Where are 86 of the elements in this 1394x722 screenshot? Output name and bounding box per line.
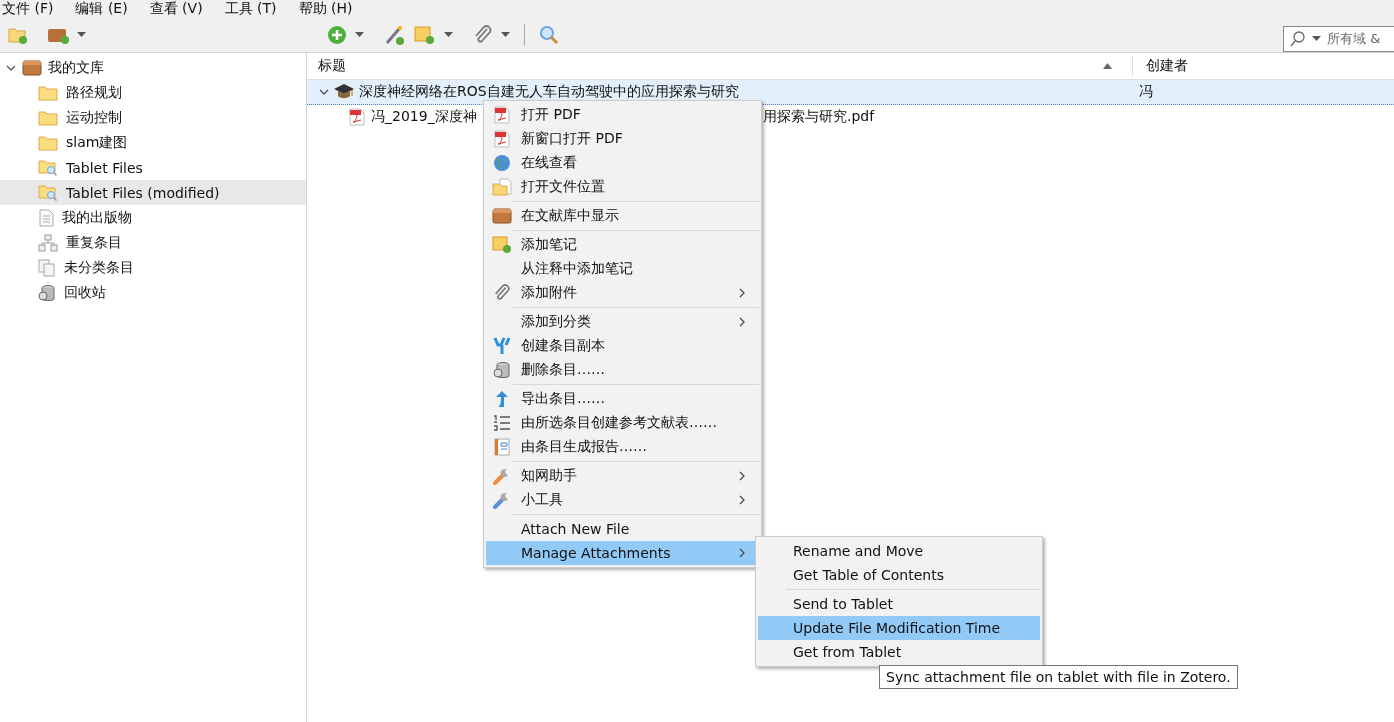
menu-item[interactable]: 由所选条目创建参考文献表…… [486,411,759,435]
chevron-icon[interactable] [319,87,329,97]
menu-item[interactable]: Update File Modification Time [758,616,1040,640]
search-box[interactable]: 所有域 & [1283,25,1394,52]
paperclip-icon [492,284,511,302]
menu-item[interactable]: 创建条目副本 [486,334,759,358]
saved-search-icon [38,184,58,201]
menu-item[interactable]: 新窗口打开 PDF [486,127,759,151]
search-icon [1290,30,1306,47]
menu-bar-item[interactable]: 工具 (T) [224,0,277,18]
menu-bar-item[interactable]: 帮助 (H) [298,0,353,18]
menu-item[interactable]: 小工具 [486,488,759,512]
tree-item[interactable]: 回收站 [0,280,306,305]
pdf-icon [493,106,510,124]
document-icon [38,208,54,227]
caret-icon[interactable] [77,32,86,38]
tree-item[interactable]: 运动控制 [0,105,306,130]
trash-icon [492,361,511,379]
table-cell: 冯 [1139,83,1153,101]
tree-item[interactable]: 重复条目 [0,230,306,255]
folder-icon [491,178,512,196]
tree-item[interactable]: Tablet Files (modified) [0,180,306,205]
chevron-icon [739,548,745,558]
menu-item[interactable]: 由条目生成报告…… [486,435,759,459]
duplicates-icon [38,233,58,252]
column-header[interactable]: 创建者 [1133,57,1188,75]
add-icon[interactable] [327,25,347,45]
column-header[interactable]: 标题 [307,56,1133,76]
sort-arrow-icon[interactable] [1103,63,1112,69]
tree-item[interactable]: slam建图 [0,130,306,155]
menu-item[interactable]: Rename and Move [758,539,1040,563]
tree-item[interactable]: 未分类条目 [0,255,306,280]
menu-item[interactable]: 添加附件 [486,281,759,305]
paperclip-icon[interactable] [473,25,493,45]
box-icon [491,207,512,225]
menu-item[interactable]: 打开 PDF [486,103,759,127]
tooltip: Sync attachment file on tablet with file in Zotero. [879,665,1238,689]
menu-item[interactable]: 在文献库中显示 [486,204,759,228]
folder-icon [38,134,58,151]
tree-item[interactable]: 我的文库 [0,55,306,80]
menu-bar-item[interactable]: 查看 (V) [149,0,203,18]
attachment-title: 用探索与研究.pdf [763,108,875,126]
menu-bar-item[interactable]: 文件 (F) [2,0,54,18]
pages-icon [38,258,56,277]
folder-icon [38,109,58,126]
caret-icon[interactable] [501,32,510,38]
table-row[interactable]: 深度神经网络在ROS自建无人车自动驾驶中的应用探索与研究 冯 [307,80,1394,105]
menu-item[interactable]: 知网助手 [486,464,759,488]
caret-icon[interactable] [1312,35,1321,42]
pdf-icon [349,108,365,126]
caret-icon[interactable] [355,32,364,38]
menu-item[interactable]: 添加到分类 [486,310,759,334]
menu-item[interactable]: Get Table of Contents [758,563,1040,587]
chevron-icon [739,288,745,298]
chevron-icon [739,495,745,505]
report-icon [493,438,510,456]
menu-item[interactable]: 从注释中添加笔记 [486,257,759,281]
box-icon [22,58,42,77]
globe-icon [492,154,511,172]
menu-item[interactable]: Attach New File [486,517,759,541]
chevron-icon [739,471,745,481]
menu-item[interactable]: 删除条目…… [486,358,759,382]
search-field[interactable]: 所有域 & [1327,31,1387,46]
folder-icon [38,84,58,101]
tree-item[interactable]: 我的出版物 [0,205,306,230]
menu-item[interactable]: Get from Tablet [758,640,1040,664]
menu-item[interactable]: 打开文件位置 [486,175,759,199]
menu-item[interactable]: 添加笔记 [486,233,759,257]
menu-item[interactable]: 在线查看 [486,151,759,175]
magic-wand-icon[interactable] [384,24,406,46]
attachment-title: 冯_2019_深度神 [371,108,477,124]
numbered-list-icon [492,414,511,432]
saved-search-icon [38,159,58,176]
duplicate-icon [492,337,511,355]
menu-item[interactable]: Send to Tablet [758,592,1040,616]
tree-item[interactable]: 路径规划 [0,80,306,105]
item-title: 深度神经网络在ROS自建无人车自动驾驶中的应用探索与研究 [359,83,739,101]
tree-item[interactable]: Tablet Files [0,155,306,180]
chevron-icon [739,317,745,327]
menu-bar-item[interactable]: 编辑 (E) [75,0,128,18]
note-icon [491,236,512,254]
pdf-icon [493,130,510,148]
trash-icon [38,283,56,302]
caret-icon[interactable] [444,32,453,38]
menu-item[interactable]: 导出条目…… [486,387,759,411]
graduation-cap-icon [333,83,355,101]
